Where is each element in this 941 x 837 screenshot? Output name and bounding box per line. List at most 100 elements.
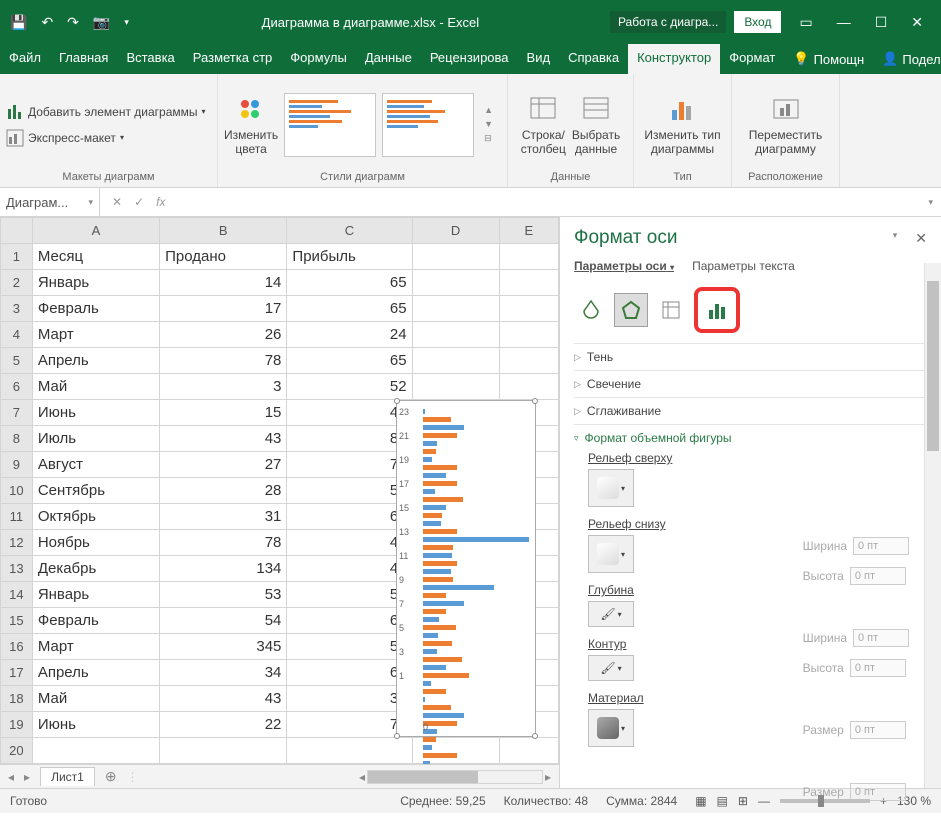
status-count: Количество: 48 <box>504 794 588 808</box>
change-chart-type-button[interactable]: Изменить тип диаграммы <box>644 94 720 156</box>
section-glow[interactable]: ▷Свечение <box>574 377 935 391</box>
pane-scrollbar[interactable] <box>924 263 941 788</box>
change-colors-button[interactable]: Изменить цвета <box>224 94 278 156</box>
paint-icon: 🖌 <box>600 661 615 675</box>
depth-color-picker[interactable]: 🖌▾ <box>588 601 634 627</box>
axis-options-icon[interactable] <box>694 287 740 333</box>
move-chart-button[interactable]: Переместить диаграмму <box>749 94 823 156</box>
embedded-chart[interactable]: 2321191715131197531 0 <box>396 400 536 737</box>
tab-insert[interactable]: Вставка <box>117 44 183 74</box>
group-location-label: Расположение <box>738 171 833 185</box>
switch-icon <box>527 94 559 126</box>
sheet-tab-1[interactable]: Лист1 <box>40 767 95 786</box>
label-top-bevel: Рельеф сверху <box>588 451 935 465</box>
height-input-2[interactable] <box>850 659 906 677</box>
select-data-button[interactable]: Выбрать данные <box>572 94 620 156</box>
tab-nav-next-icon[interactable]: ▸ <box>24 770 30 784</box>
pane-options-icon[interactable]: ▾ <box>893 230 898 247</box>
switch-row-col-button[interactable]: Строка/ столбец <box>521 94 566 156</box>
ribbon-options-icon[interactable]: ▭ <box>799 14 812 31</box>
styles-up-icon[interactable]: ▲ <box>484 105 493 115</box>
cancel-icon[interactable]: ✕ <box>112 195 122 209</box>
chart-tools-label: Работа с диагра... <box>610 11 726 33</box>
section-soften[interactable]: ▷Сглаживание <box>574 404 935 418</box>
section-shadow[interactable]: ▷Тень <box>574 350 935 364</box>
qat-dropdown-icon[interactable]: ▾ <box>124 17 129 28</box>
chart-style-2[interactable] <box>382 93 474 157</box>
pane-close-icon[interactable]: ✕ <box>915 230 927 247</box>
size-properties-icon[interactable] <box>654 293 688 327</box>
enter-icon[interactable]: ✓ <box>134 195 144 209</box>
zoom-out-icon[interactable]: — <box>758 794 770 808</box>
fill-line-icon[interactable] <box>574 293 608 327</box>
formula-input[interactable] <box>177 188 920 216</box>
status-ready: Готово <box>10 794 47 808</box>
chart-style-1[interactable] <box>284 93 376 157</box>
view-pagebreak-icon[interactable]: ⊞ <box>738 794 748 808</box>
tab-nav-prev-icon[interactable]: ◂ <box>8 770 14 784</box>
tab-pagelayout[interactable]: Разметка стр <box>184 44 281 74</box>
tab-design[interactable]: Конструктор <box>628 44 720 74</box>
height-input[interactable] <box>850 567 906 585</box>
tab-home[interactable]: Главная <box>50 44 117 74</box>
login-button[interactable]: Вход <box>734 11 781 33</box>
fx-icon[interactable]: fx <box>156 195 165 209</box>
fbar-expand-icon[interactable]: ▾ <box>920 197 941 208</box>
hscroll-right-icon[interactable]: ▸ <box>545 770 551 784</box>
tab-file[interactable]: Файл <box>0 44 50 74</box>
size-input[interactable] <box>850 721 906 739</box>
format-axis-pane: Формат оси ▾ ✕ Параметры оси ▾ Параметры… <box>560 217 941 788</box>
hscroll-track[interactable] <box>367 770 543 784</box>
group-type-label: Тип <box>640 171 725 185</box>
share-button[interactable]: 👤Поделиться <box>873 44 941 74</box>
material-picker[interactable]: ▾ <box>588 709 634 747</box>
maximize-icon[interactable]: ☐ <box>875 14 888 31</box>
width-input-2[interactable] <box>853 629 909 647</box>
group-data-label: Данные <box>514 171 627 185</box>
label-height: Высота <box>803 569 844 583</box>
colors-icon <box>235 94 267 126</box>
label-width: Ширина <box>803 539 847 553</box>
styles-more-icon[interactable]: ⊟ <box>484 133 493 144</box>
top-bevel-picker[interactable]: ▾ <box>588 469 634 507</box>
formula-bar: Диаграм...▾ ✕ ✓ fx ▾ <box>0 188 941 217</box>
status-sum: Сумма: 2844 <box>606 794 677 808</box>
camera-icon[interactable]: 📷 <box>93 14 110 31</box>
undo-icon[interactable]: ↶ <box>41 14 53 31</box>
effects-icon[interactable] <box>614 293 648 327</box>
close-icon[interactable]: ✕ <box>911 14 923 31</box>
tab-review[interactable]: Рецензирова <box>421 44 518 74</box>
hscroll-left-icon[interactable]: ◂ <box>359 770 365 784</box>
titlebar: 💾 ↶ ↷ 📷 ▾ Диаграмма в диаграмме.xlsx - E… <box>0 0 941 44</box>
bulb-icon: 💡 <box>793 51 809 67</box>
save-icon[interactable]: 💾 <box>10 14 27 31</box>
tab-help[interactable]: Справка <box>559 44 628 74</box>
redo-icon[interactable]: ↷ <box>67 14 79 31</box>
add-sheet-icon[interactable]: ⊕ <box>105 768 117 785</box>
subtab-axis-options[interactable]: Параметры оси ▾ <box>574 259 674 273</box>
styles-down-icon[interactable]: ▼ <box>484 119 493 129</box>
view-pagelayout-icon[interactable]: ▤ <box>717 794 728 808</box>
label-bottom-bevel: Рельеф снизу <box>588 517 935 531</box>
tab-data[interactable]: Данные <box>356 44 421 74</box>
paint-icon: 🖌 <box>600 607 615 621</box>
minimize-icon[interactable]: — <box>837 14 851 31</box>
chart-type-icon <box>666 94 698 126</box>
section-3d-format[interactable]: ▿Формат объемной фигуры <box>574 431 935 445</box>
width-input[interactable] <box>853 537 909 555</box>
quick-layout-button[interactable]: Экспресс-макет▾ <box>6 129 206 147</box>
name-box[interactable]: Диаграм...▾ <box>0 188 100 216</box>
contour-color-picker[interactable]: 🖌▾ <box>588 655 634 681</box>
status-average: Среднее: 59,25 <box>400 794 485 808</box>
spreadsheet-grid[interactable]: ABCDE1МесяцПроданоПрибыль2Январь14653Фев… <box>0 217 559 764</box>
layout-icon <box>6 129 24 147</box>
tab-format[interactable]: Формат <box>720 44 784 74</box>
tellme-button[interactable]: 💡Помощн <box>784 44 873 74</box>
bottom-bevel-picker[interactable]: ▾ <box>588 535 634 573</box>
tab-formulas[interactable]: Формулы <box>281 44 356 74</box>
tab-view[interactable]: Вид <box>518 44 560 74</box>
add-chart-element-button[interactable]: Добавить элемент диаграммы▾ <box>6 103 206 121</box>
view-normal-icon[interactable]: ▦ <box>695 794 706 808</box>
zoom-slider[interactable] <box>780 799 870 803</box>
subtab-text-options[interactable]: Параметры текста <box>692 259 795 273</box>
